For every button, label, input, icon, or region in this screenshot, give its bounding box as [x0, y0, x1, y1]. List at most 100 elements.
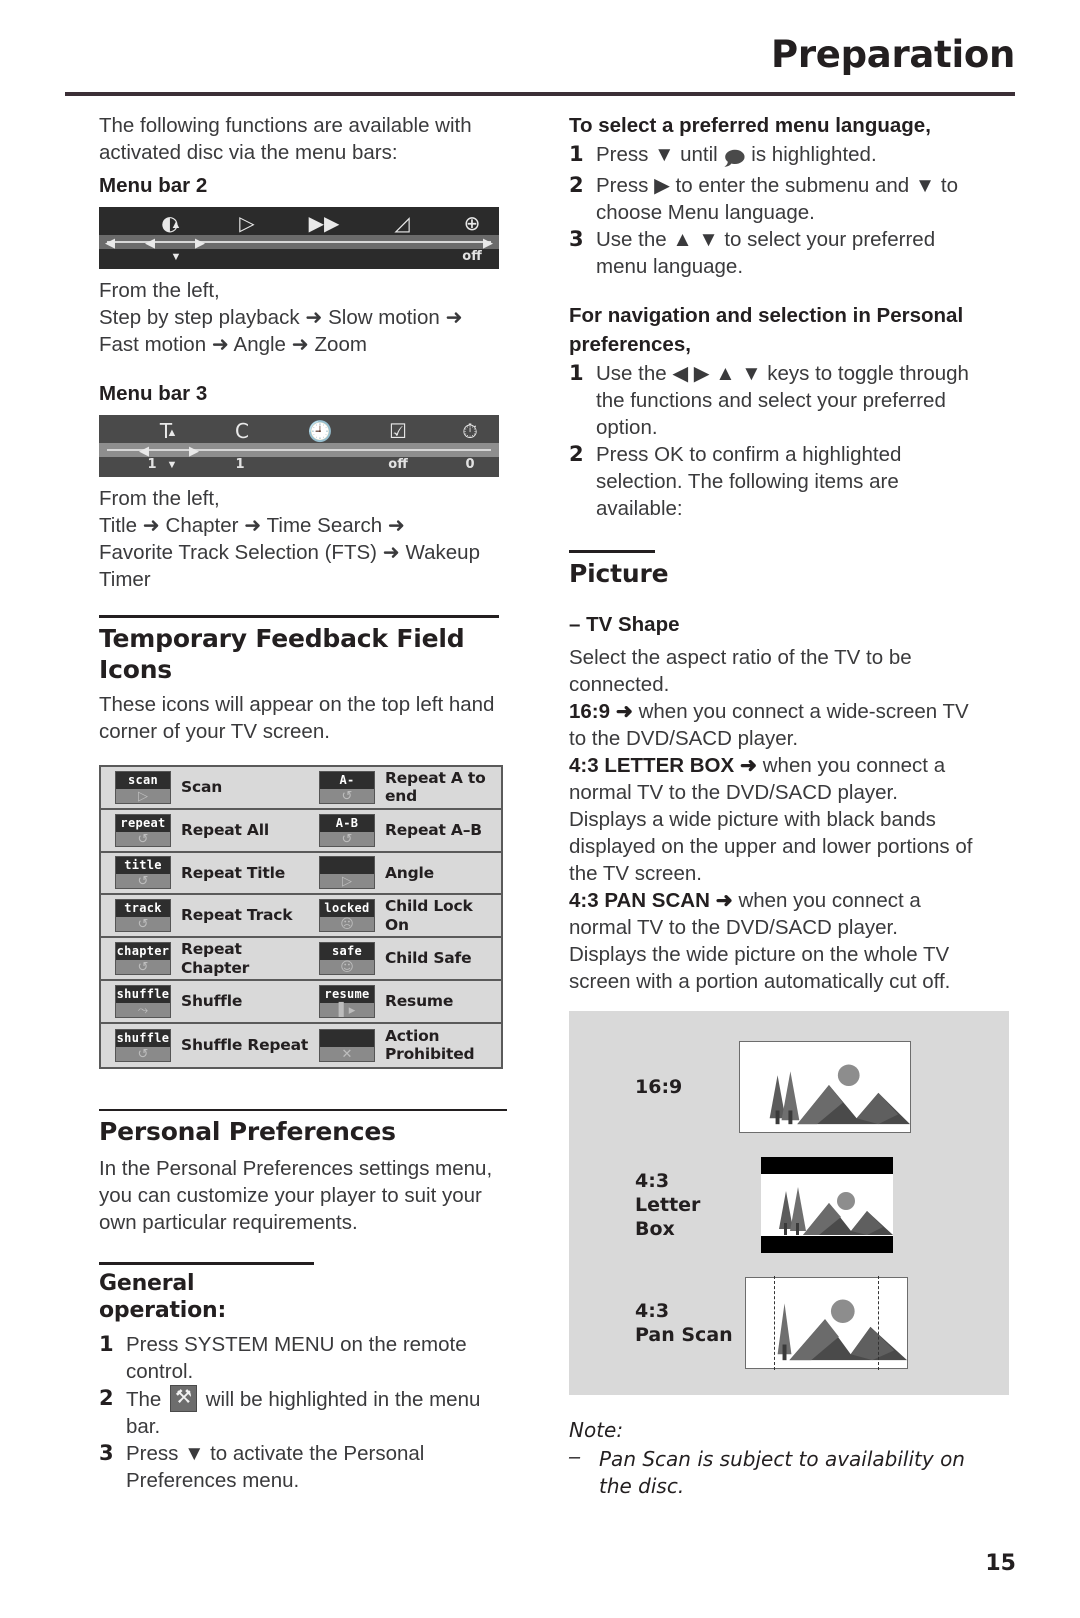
list-item: 1 Press SYSTEM MENU on the remote contro… [99, 1331, 499, 1385]
chip-symbol: ▷ [138, 788, 148, 804]
scan-icon: scan ▷ [115, 770, 171, 804]
page-title: Preparation [771, 33, 1015, 76]
chip-text: locked [320, 900, 374, 918]
menu-bar-line [107, 241, 491, 243]
list-item: 2 Press OK to confirm a highlighted sele… [569, 441, 981, 522]
title-icon: T [159, 419, 173, 443]
icon-entry: track ↺ Repeat Track [101, 899, 313, 933]
section-rule [99, 1108, 507, 1112]
menu-language-steps: 1 Press ▼ until 🗩 is highlighted. 2 Pres… [569, 141, 981, 280]
menu-bar-3-heading: Menu bar 3 [99, 382, 208, 405]
chip-symbol: ⤳ [137, 1002, 149, 1018]
step-number: 2 [99, 1385, 114, 1410]
feedback-intro: These icons will appear on the top left … [99, 693, 495, 743]
tv-shape-row-letterbox: 4:3 Letter Box [569, 1156, 1009, 1253]
tv-shape-row-label: 4:3 Pan Scan [569, 1299, 739, 1347]
icon-label: Shuffle [181, 992, 243, 1011]
general-operation-heading-text: General operation: [99, 1270, 227, 1324]
feedback-heading-text: Temporary Feedback Field Icons [99, 623, 465, 684]
chip-symbol: ↺ [137, 960, 149, 976]
table-row: track ↺ Repeat Track locked ☹ Child Lock… [101, 895, 501, 939]
step-text: Use the ▲ ▼ to select your preferred men… [596, 228, 936, 278]
icon-entry: scan ▷ Scan [101, 770, 313, 804]
note-dash: – [569, 1445, 581, 1468]
resume-icon: resume ▌▸ [319, 984, 375, 1018]
cursor-left-icon: ◀ [145, 235, 155, 250]
right-column: To select a preferred menu language, 1 P… [569, 112, 1009, 1500]
step-text: Press ▼ to activate the Personal Prefere… [126, 1441, 425, 1492]
child-lock-on-icon: locked ☹ [319, 899, 375, 933]
zoom-icon: ⊕ [463, 211, 481, 235]
icon-label: Shuffle Repeat [181, 1035, 309, 1054]
navigation-heading-line1: For navigation and selection in Personal [569, 304, 964, 327]
tv-shape-row-16-9: 16:9 [569, 1040, 1009, 1133]
chip-text: chapter [116, 943, 170, 961]
shuffle-icon: shuffle ⤳ [115, 984, 171, 1018]
feedback-icon-table: scan ▷ Scan A- ↺ Repeat A to end repeat … [99, 765, 503, 1069]
chip-symbol: ↺ [137, 831, 149, 847]
repeat-a-to-end-icon: A- ↺ [319, 770, 375, 804]
general-operation-steps: 1 Press SYSTEM MENU on the remote contro… [99, 1331, 499, 1494]
general-operation-heading: General operation: [99, 1262, 314, 1325]
tv-screen-16-9 [739, 1040, 911, 1133]
table-row: scan ▷ Scan A- ↺ Repeat A to end [101, 767, 501, 810]
menu-bar-3-caption-lead: From the left, [99, 487, 220, 510]
step-text: The will be highlighted in the menu bar. [126, 1384, 499, 1440]
note-block: Note: – Pan Scan is subject to availabil… [569, 1417, 981, 1500]
table-row: chapter ↺ Repeat Chapter safe ☺ Child Sa… [101, 938, 501, 981]
table-row: repeat ↺ Repeat All A-B ↺ Repeat A–B [101, 810, 501, 853]
icon-label: Repeat A–B [385, 820, 482, 839]
wakeup-timer-value: 0 [465, 457, 475, 472]
tv-shape-heading: – TV Shape [569, 612, 680, 636]
section-rule [99, 1262, 314, 1265]
chip-text: track [116, 900, 170, 918]
repeat-a-b-icon: A-B ↺ [319, 813, 375, 847]
tv-shape-16-9-label: 16:9 ➜ [569, 699, 633, 723]
icon-label: Repeat All [181, 820, 269, 839]
zoom-value: off [462, 249, 482, 264]
cursor-right-icon: ▶ [195, 235, 205, 250]
tv-shape-letterbox-label: 4:3 LETTER BOX ➜ [569, 753, 758, 777]
section-rule [569, 550, 655, 553]
table-row: title ↺ Repeat Title ▷ Angle [101, 853, 501, 896]
list-item: 1 Press ▼ until 🗩 is highlighted. [569, 141, 981, 172]
tools-menu-icon [170, 1384, 198, 1412]
list-item: 3 Use the ▲ ▼ to select your preferred m… [569, 226, 981, 280]
icon-label: Scan [181, 778, 223, 797]
note-text: Pan Scan is subject to availability on t… [599, 1446, 965, 1498]
chip-text [320, 857, 374, 875]
icon-entry: A- ↺ Repeat A to end [313, 769, 501, 806]
step-text: Press ▼ until 🗩 is highlighted. [596, 141, 981, 172]
repeat-chapter-icon: chapter ↺ [115, 942, 171, 976]
step-number: 1 [99, 1331, 114, 1356]
picture-heading-text: Picture [569, 558, 669, 588]
step-number: 1 [569, 361, 584, 385]
repeat-all-icon: repeat ↺ [115, 813, 171, 847]
icon-label: Repeat Chapter [181, 939, 250, 977]
personal-preferences-body: In the Personal Preferences settings men… [99, 1157, 493, 1235]
icon-entry: ▷ Angle [313, 856, 501, 890]
speech-bubble-icon: 🗩 [723, 146, 746, 170]
chip-text: safe [320, 943, 374, 961]
tv-shape-intro: Select the aspect ratio of the TV to be … [569, 645, 912, 696]
icon-label: Repeat Track [181, 906, 293, 925]
personal-preferences-heading-text: Personal Preferences [99, 1117, 396, 1147]
chapter-value: 1 [235, 457, 245, 472]
cursor-right-icon: ▶ [189, 443, 199, 458]
note-item: – Pan Scan is subject to availability on… [569, 1446, 981, 1500]
chip-text: shuffle [116, 1029, 170, 1047]
step-number: 2 [569, 173, 584, 197]
menu-bar-2-graphic: ◀ ▶ ◀ ▶ ▲ ▼ ◐ ▷ ▶▶ ◿ ⊕ off [99, 207, 499, 269]
icon-entry: safe ☺ Child Safe [313, 942, 501, 976]
step-text: Use the ◀ ▶ ▲ ▼ keys to toggle through t… [596, 362, 969, 439]
icon-label: Action Prohibited [385, 1026, 475, 1064]
tv-shape-panscan-label: 4:3 PAN SCAN ➜ [569, 888, 733, 912]
icon-entry: locked ☹ Child Lock On [313, 897, 501, 934]
icon-entry: resume ▌▸ Resume [313, 984, 501, 1018]
tv-screen-panscan [745, 1275, 908, 1370]
personal-preferences-heading: Personal Preferences [99, 1108, 507, 1148]
black-band-top [761, 1156, 893, 1174]
tv-shape-16-9: 16:9 ➜ when you connect a wide-screen TV… [569, 698, 981, 752]
icon-label: Repeat Title [181, 863, 286, 882]
table-row: shuffle ↺ Shuffle Repeat ✕ Action Prohib… [101, 1024, 501, 1067]
